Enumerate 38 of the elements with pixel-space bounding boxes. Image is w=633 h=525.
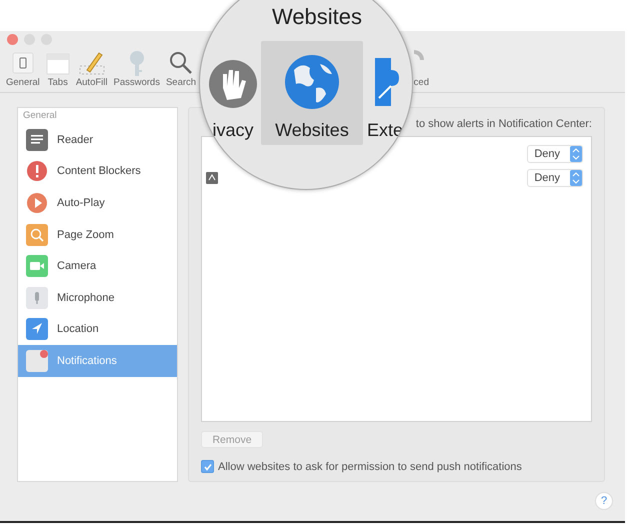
close-button[interactable]: [7, 34, 18, 45]
toolbar-item[interactable]: Tabs: [48, 77, 68, 88]
permission-popup[interactable]: Deny: [527, 169, 583, 187]
toolbar-tab[interactable]: ivacy: [208, 41, 257, 145]
checkbox[interactable]: [201, 460, 214, 473]
globe-icon: [284, 54, 340, 110]
toolbar-item[interactable]: General: [6, 77, 40, 88]
video-camera-icon: [26, 255, 48, 278]
sidebar-item[interactable]: Auto-Play: [18, 187, 177, 219]
toolbar-tab[interactable]: Websites: [260, 41, 363, 145]
microphone-icon: [26, 286, 48, 309]
exclamation-icon: [26, 160, 48, 182]
caption-text: to show alerts in Notification Center:: [416, 118, 592, 132]
checkmark-icon: [202, 462, 212, 472]
toolbar-item[interactable]: ced: [414, 77, 429, 88]
document-icon: [26, 128, 48, 151]
magnified-title: Websites: [272, 4, 362, 30]
play-icon: [26, 192, 48, 214]
stepper-arrows-icon: [571, 171, 581, 185]
zoom-icon: [26, 224, 48, 246]
toolbar-item[interactable]: AutoFill: [76, 77, 108, 88]
toolbar-item[interactable]: Search: [166, 77, 196, 88]
sidebar-item[interactable]: Camera: [18, 250, 177, 282]
sidebar-item[interactable]: Location: [18, 314, 177, 346]
sidebar-item[interactable]: Microphone: [18, 282, 177, 314]
permission-popup[interactable]: Deny: [527, 145, 583, 163]
checkbox-label: Allow websites to ask for permission to send push notifications: [218, 460, 522, 472]
toolbar-tab[interactable]: Exte: [366, 41, 404, 145]
sidebar-item[interactable]: Content Blockers: [18, 156, 177, 188]
hand-icon: [208, 58, 257, 110]
sidebar-item[interactable]: Page Zoom: [18, 218, 177, 250]
toolbar-item[interactable]: Passwords: [114, 77, 160, 88]
pencil-icon: [78, 50, 106, 76]
sidebar-heading: General: [22, 109, 58, 123]
search-icon: [168, 50, 194, 76]
stepper-arrows-icon: [571, 147, 581, 161]
notification-icon: [26, 350, 48, 372]
sidebar-item[interactable]: Reader: [18, 124, 177, 156]
